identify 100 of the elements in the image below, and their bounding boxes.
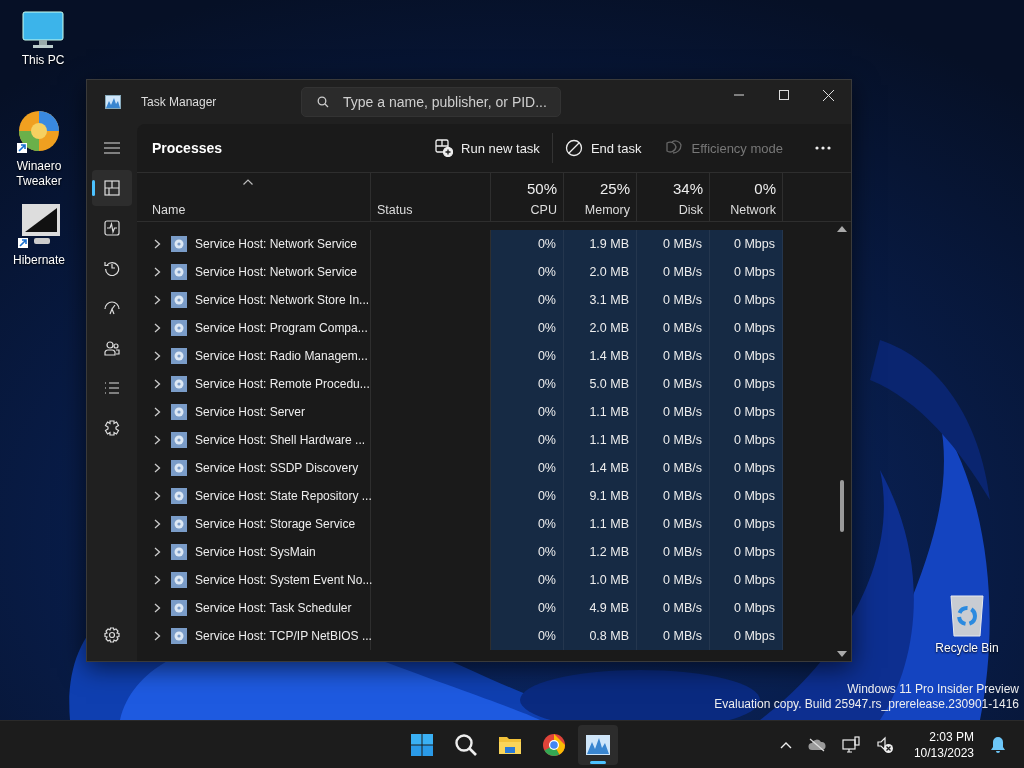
chart-icon: [585, 732, 611, 758]
table-cell: 0%: [491, 230, 564, 258]
table-cell: 0 Mbps: [710, 258, 783, 286]
process-name: Service Host: Radio Managem...: [195, 349, 368, 363]
table-cell: 9.1 MB: [564, 482, 637, 510]
process-name: Service Host: Shell Hardware ...: [195, 433, 366, 447]
expand-chevron-icon[interactable]: [154, 407, 161, 417]
column-header[interactable]: 34% Disk: [637, 173, 710, 221]
users-icon: [104, 340, 120, 356]
table-cell: 0%: [491, 398, 564, 426]
gear-icon: [171, 292, 187, 308]
gear-icon: [171, 628, 187, 644]
search-icon: [317, 96, 329, 108]
table-cell: 3.1 MB: [564, 286, 637, 314]
expand-chevron-icon[interactable]: [154, 547, 161, 557]
table-cell: 0%: [491, 342, 564, 370]
search-icon: [453, 732, 479, 758]
table-cell: 0%: [491, 454, 564, 482]
expand-chevron-icon[interactable]: [154, 351, 161, 361]
icon-label[interactable]: This PC: [21, 53, 65, 68]
table-cell: 0%: [491, 482, 564, 510]
caret-up-icon[interactable]: [779, 740, 792, 749]
gear-icon: [171, 460, 187, 476]
icon-label[interactable]: Recycle Bin: [935, 641, 999, 656]
table-cell: 0 Mbps: [710, 398, 783, 426]
table-cell: 1.1 MB: [564, 398, 637, 426]
network-icon[interactable]: [841, 735, 860, 754]
leaf-icon: [665, 139, 684, 157]
column-header[interactable]: 50% CPU: [491, 173, 564, 221]
table-cell: 0%: [491, 258, 564, 286]
clock[interactable]: 2:03 PM 10/13/2023: [913, 728, 974, 761]
table-cell: 1.1 MB: [564, 426, 637, 454]
expand-chevron-icon[interactable]: [154, 323, 161, 333]
table-cell: 0.8 MB: [564, 622, 637, 650]
table-cell: 0 Mbps: [710, 286, 783, 314]
monitor-icon[interactable]: [21, 10, 65, 50]
expand-chevron-icon[interactable]: [154, 491, 161, 501]
process-name: Service Host: SysMain: [195, 545, 316, 559]
process-name: Service Host: Task Scheduler: [195, 601, 352, 615]
expand-chevron-icon[interactable]: [154, 575, 161, 585]
gear-icon: [171, 348, 187, 364]
expand-chevron-icon[interactable]: [154, 603, 161, 613]
scroll-down-icon[interactable]: [837, 651, 847, 657]
table-cell: 1.2 MB: [564, 538, 637, 566]
page-title: Processes: [152, 140, 223, 156]
icon-label[interactable]: Hibernate: [13, 253, 65, 268]
process-name: Service Host: Network Service: [195, 237, 358, 251]
column-header[interactable]: 25% Memory: [564, 173, 637, 221]
expand-chevron-icon[interactable]: [154, 519, 161, 529]
table-cell: 0 Mbps: [710, 314, 783, 342]
recycle-bin-icon[interactable]: [947, 594, 987, 638]
expand-chevron-icon[interactable]: [154, 379, 161, 389]
process-name: Service Host: TCP/IP NetBIOS ...: [195, 629, 372, 643]
expand-chevron-icon[interactable]: [154, 463, 161, 473]
process-name: Service Host: Program Compa...: [195, 321, 368, 335]
muted-speaker-icon[interactable]: [875, 735, 894, 754]
table-cell: 0 MB/s: [637, 538, 710, 566]
cloud-icon[interactable]: [807, 737, 826, 752]
gear-icon: [171, 572, 187, 588]
table-cell: 0 MB/s: [637, 230, 710, 258]
gear-icon: [171, 404, 187, 420]
expand-chevron-icon[interactable]: [154, 239, 161, 249]
run-new-task-button[interactable]: Run new task: [423, 132, 552, 164]
scroll-up-icon[interactable]: [837, 226, 847, 232]
table-cell: 0%: [491, 370, 564, 398]
end-task-button[interactable]: End task: [552, 132, 654, 164]
table-cell: 0 Mbps: [710, 342, 783, 370]
expand-chevron-icon[interactable]: [154, 267, 161, 277]
monitor-icon[interactable]: [16, 202, 62, 250]
expand-chevron-icon[interactable]: [154, 631, 161, 641]
processes-icon: [104, 180, 120, 196]
gear-icon: [171, 376, 187, 392]
table-cell: 0 MB/s: [637, 454, 710, 482]
expand-chevron-icon[interactable]: [154, 435, 161, 445]
process-name: Service Host: Network Store In...: [195, 293, 370, 307]
taskbar-app-button[interactable]: [578, 725, 618, 765]
table-cell: 0 MB/s: [637, 482, 710, 510]
table-cell: 2.0 MB: [564, 258, 637, 286]
gear-icon: [171, 600, 187, 616]
table-cell: 1.4 MB: [564, 342, 637, 370]
processes-tab[interactable]: [92, 170, 132, 206]
search-field[interactable]: Type a name, publisher, or PID...: [301, 87, 561, 117]
table-cell: 2.0 MB: [564, 314, 637, 342]
table-cell: 0 Mbps: [710, 482, 783, 510]
expand-chevron-icon[interactable]: [154, 295, 161, 305]
windows-logo-icon: [409, 732, 435, 758]
process-name: Service Host: Storage Service: [195, 517, 356, 531]
table-cell: 0 Mbps: [710, 510, 783, 538]
column-header[interactable]: Status: [371, 173, 491, 221]
table-cell: 0 MB/s: [637, 566, 710, 594]
icon-label[interactable]: Winaero Tweaker: [6, 159, 72, 189]
window-title: Task Manager: [141, 95, 218, 109]
column-header[interactable]: 0% Network: [710, 173, 783, 221]
scrollbar-thumb[interactable]: [840, 480, 844, 532]
process-name: Service Host: Server: [195, 405, 306, 419]
bell-icon[interactable]: [990, 735, 1006, 754]
name-column-header[interactable]: Name: [137, 173, 371, 221]
details-icon: [104, 380, 120, 396]
prohibit-icon: [564, 139, 583, 157]
table-cell: 1.0 MB: [564, 566, 637, 594]
